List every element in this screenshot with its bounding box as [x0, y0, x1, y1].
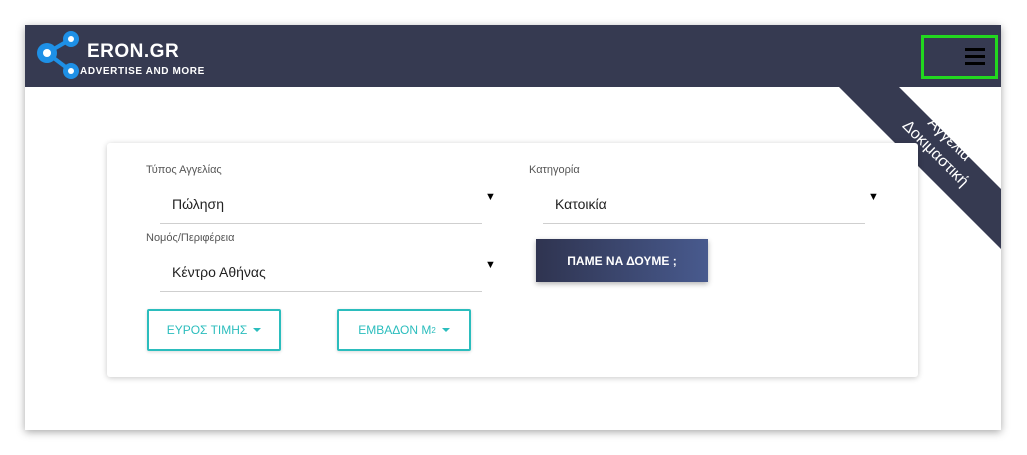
area-superscript: 2 [431, 325, 436, 335]
region-label: Νομός/Περιφέρεια [146, 232, 235, 244]
price-range-button[interactable]: ΕΥΡΟΣ ΤΙΜΗΣ [147, 309, 281, 351]
search-submit-button[interactable]: ΠΑΜΕ ΝΑ ΔΟΥΜΕ ; [536, 239, 708, 282]
logo-tagline: ADVERTISE AND MORE [80, 66, 205, 77]
type-label: Τύπος Αγγελίας [146, 164, 222, 176]
category-label: Κατηγορία [529, 164, 580, 176]
type-select-value: Πώληση [172, 196, 224, 212]
type-caret-icon: ▼ [485, 191, 496, 203]
site-logo[interactable]: ERON.GR ADVERTISE AND MORE [35, 31, 225, 81]
region-select-value: Κέντρο Αθήνας [172, 264, 266, 280]
hamburger-icon [965, 48, 985, 69]
chevron-down-icon [441, 328, 450, 332]
chevron-down-icon [253, 328, 262, 332]
area-label: ΕΜΒΑΔΟΝ Μ [358, 323, 432, 337]
search-submit-label: ΠΑΜΕ ΝΑ ΔΟΥΜΕ ; [567, 253, 677, 268]
search-card: Τύπος Αγγελίας Πώληση ▼ Κατηγορία Κατοικ… [107, 143, 918, 377]
region-select[interactable]: Κέντρο Αθήνας [160, 256, 482, 292]
category-caret-icon: ▼ [868, 191, 879, 203]
category-select-value: Κατοικία [555, 196, 607, 212]
price-range-label: ΕΥΡΟΣ ΤΙΜΗΣ [166, 323, 248, 337]
type-select[interactable]: Πώληση [160, 188, 482, 224]
logo-text: ERON.GR [87, 41, 180, 62]
area-button[interactable]: ΕΜΒΑΔΟΝ Μ2 [337, 309, 471, 351]
region-caret-icon: ▼ [485, 259, 496, 271]
browser-viewport: ERON.GR ADVERTISE AND MORE Αγγελία Δοκιμ… [25, 25, 1001, 430]
category-select[interactable]: Κατοικία [543, 188, 865, 224]
top-navbar: ERON.GR ADVERTISE AND MORE [25, 25, 1001, 87]
menu-button[interactable] [921, 35, 998, 79]
